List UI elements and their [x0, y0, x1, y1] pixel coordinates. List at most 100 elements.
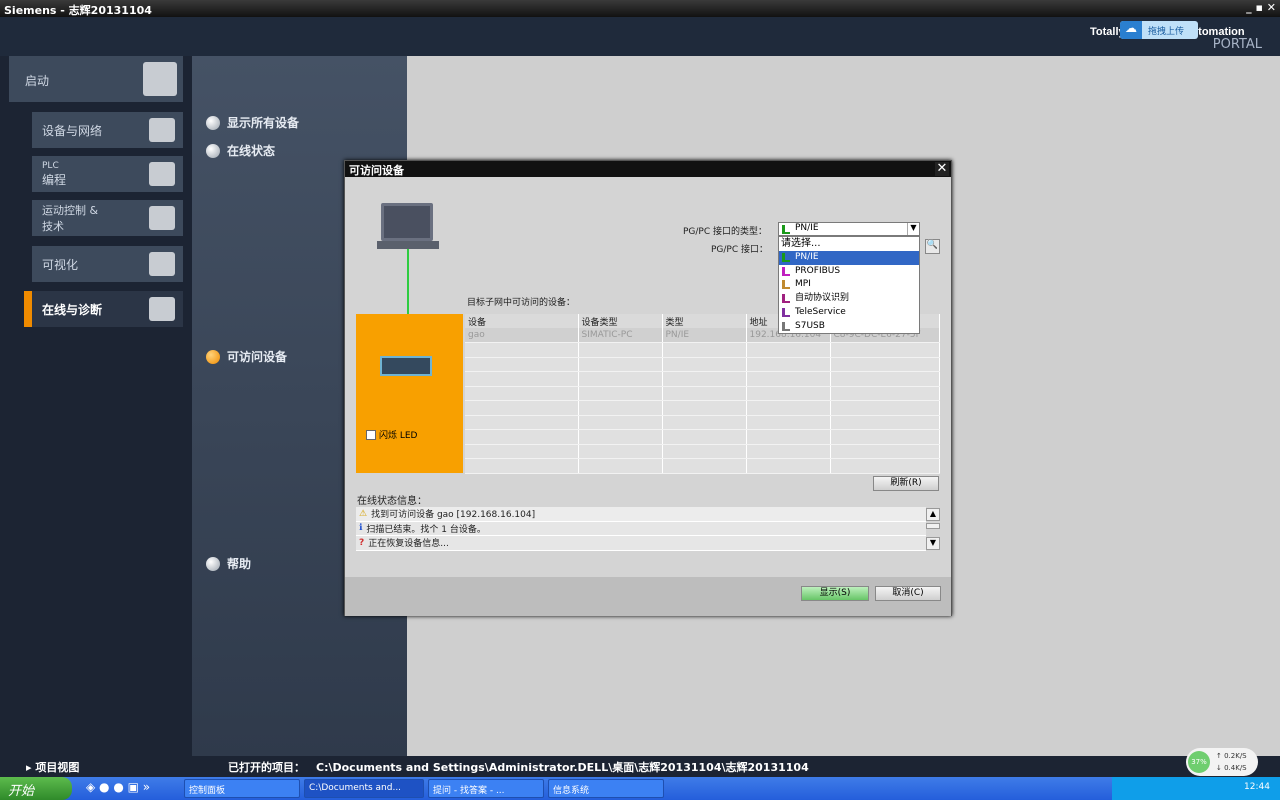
option-label: PN/IE: [795, 251, 819, 262]
project-view-link[interactable]: ▸ 项目视图: [26, 759, 79, 775]
sidebar-item-devices-networks[interactable]: 设备与网络: [32, 112, 183, 148]
search-icon[interactable]: 🔍: [925, 239, 940, 254]
table-cell: [830, 386, 940, 401]
sidebar-item-motion[interactable]: 运动控制 & 技术: [32, 200, 183, 236]
sidebar-start[interactable]: 启动: [9, 56, 183, 102]
task-info-system[interactable]: 信息系统: [548, 779, 664, 798]
table-cell: [578, 458, 663, 474]
option-label: S7USB: [795, 320, 825, 331]
panel-icon: [149, 252, 175, 276]
option-show-all-devices[interactable]: 显示所有设备: [206, 114, 299, 131]
cancel-button[interactable]: 取消(C): [875, 586, 941, 601]
radio-icon: [206, 115, 220, 130]
radio-icon: [206, 349, 220, 364]
dropdown-option[interactable]: PN/IE: [779, 250, 919, 265]
nav-label: 设备与网络: [42, 123, 103, 138]
subnet-label: 目标子网中可访问的设备：: [467, 298, 576, 308]
brand-portal: PORTAL: [1212, 37, 1262, 52]
log-text: 正在恢复设备信息...: [368, 539, 449, 550]
laptop-base: [377, 241, 439, 249]
column-header[interactable]: 设备: [465, 314, 579, 328]
start-button[interactable]: 开始: [0, 777, 72, 800]
pnie-icon: [782, 225, 790, 234]
task-tia-portal[interactable]: C:\Documents and...: [304, 779, 424, 798]
dropdown-list: 请选择... PN/IE PROFIBUS MPI 自动协议识别 TeleService S…: [778, 236, 920, 334]
table-row: [465, 415, 940, 430]
option-online-status[interactable]: 在线状态: [206, 142, 275, 159]
sidebar-item-online-diagnostics[interactable]: 在线与诊断: [24, 291, 183, 327]
table-cell: [662, 458, 747, 474]
window-title: Siemens - 志辉20131104: [4, 4, 152, 17]
dropdown-option[interactable]: S7USB: [779, 320, 919, 334]
scroll-down-button[interactable]: ▼: [926, 537, 940, 550]
network-icon: [149, 118, 175, 142]
status-log: ⚠ 找到可访问设备 gao [192.168.16.104] ℹ 扫描已结束。找个 1…: [356, 507, 926, 551]
sidebar-item-visualization[interactable]: 可视化: [32, 246, 183, 282]
dropdown-value: PN/IE: [795, 223, 819, 233]
table-cell: [465, 357, 579, 372]
table-cell: [746, 342, 831, 358]
table-cell: [465, 386, 579, 401]
table-cell: [465, 342, 579, 358]
option-label: 帮助: [227, 557, 252, 571]
table-cell: [746, 444, 831, 459]
start-label: 启动: [25, 74, 50, 88]
network-type-icon: [782, 294, 790, 304]
option-accessible-devices[interactable]: 可访问设备: [206, 348, 287, 365]
probe-icon: [149, 297, 175, 321]
upload-widget[interactable]: ☁ 拖拽上传: [1120, 21, 1198, 39]
table-cell: [830, 342, 940, 358]
table-cell: [830, 357, 940, 372]
dropdown-option[interactable]: PROFIBUS: [779, 265, 919, 279]
table-cell: [746, 357, 831, 372]
nav-label: 技术: [42, 220, 64, 233]
status-bar: ▸ 项目视图 已打开的项目： C:\Documents and Settings…: [0, 756, 1280, 776]
table-cell: [830, 458, 940, 474]
clock: 12:44: [1244, 782, 1270, 792]
table-cell: [830, 444, 940, 459]
table-cell: [578, 400, 663, 416]
chevron-down-icon[interactable]: ▼: [907, 223, 919, 235]
open-project-label: 已打开的项目：: [228, 761, 305, 774]
table-row: [465, 429, 940, 445]
open-project-path: C:\Documents and Settings\Administrator.…: [316, 761, 809, 774]
column-header[interactable]: 设备类型: [578, 314, 663, 328]
dropdown-option[interactable]: TeleService: [779, 306, 919, 320]
plc-icon: [149, 162, 175, 186]
radio-icon: [206, 556, 220, 571]
option-label: MPI: [795, 279, 811, 290]
dropdown-option[interactable]: 自动协议识别: [779, 292, 919, 306]
show-button[interactable]: 显示(S): [801, 586, 869, 601]
checkbox-icon[interactable]: [366, 429, 376, 440]
table-cell: [662, 386, 747, 401]
table-cell: SIMATIC-PC: [578, 328, 663, 343]
table-cell: [578, 429, 663, 445]
table-cell: [746, 400, 831, 416]
task-browser[interactable]: 提问 - 找答案 - ...: [428, 779, 544, 798]
column-header[interactable]: 类型: [662, 314, 747, 328]
option-label: 可访问设备: [227, 350, 288, 364]
scrollbar-thumb[interactable]: [926, 523, 940, 529]
log-entry: ? 正在恢复设备信息...: [356, 536, 926, 551]
option-help[interactable]: 帮助: [206, 555, 251, 572]
network-type-icon: [782, 280, 790, 290]
task-control-panel[interactable]: 控制面板: [184, 779, 300, 798]
scroll-up-button[interactable]: ▲: [926, 508, 940, 521]
dropdown-option[interactable]: 请选择...: [779, 237, 919, 251]
option-label: 在线状态: [227, 144, 276, 158]
option-label: 显示所有设备: [227, 116, 300, 130]
upload-label: 拖拽上传: [1148, 27, 1185, 37]
window-controls[interactable]: _ ▪ ✕: [1246, 1, 1276, 14]
table-row: [465, 386, 940, 401]
sidebar-item-plc[interactable]: PLC 编程: [32, 156, 183, 192]
flash-led-checkbox[interactable]: 闪烁 LED: [366, 428, 418, 441]
table-cell: [578, 371, 663, 387]
start-icon: [143, 62, 177, 96]
quick-launch[interactable]: ◈ ● ● ▣ »: [86, 780, 150, 794]
start-label: 开始: [8, 784, 35, 799]
refresh-button[interactable]: 刷新(R): [873, 476, 939, 491]
iface-type-dropdown[interactable]: PN/IE ▼: [778, 222, 920, 236]
dropdown-option[interactable]: MPI: [779, 278, 919, 292]
laptop-icon: [381, 203, 433, 241]
close-button[interactable]: ✕: [935, 162, 949, 176]
